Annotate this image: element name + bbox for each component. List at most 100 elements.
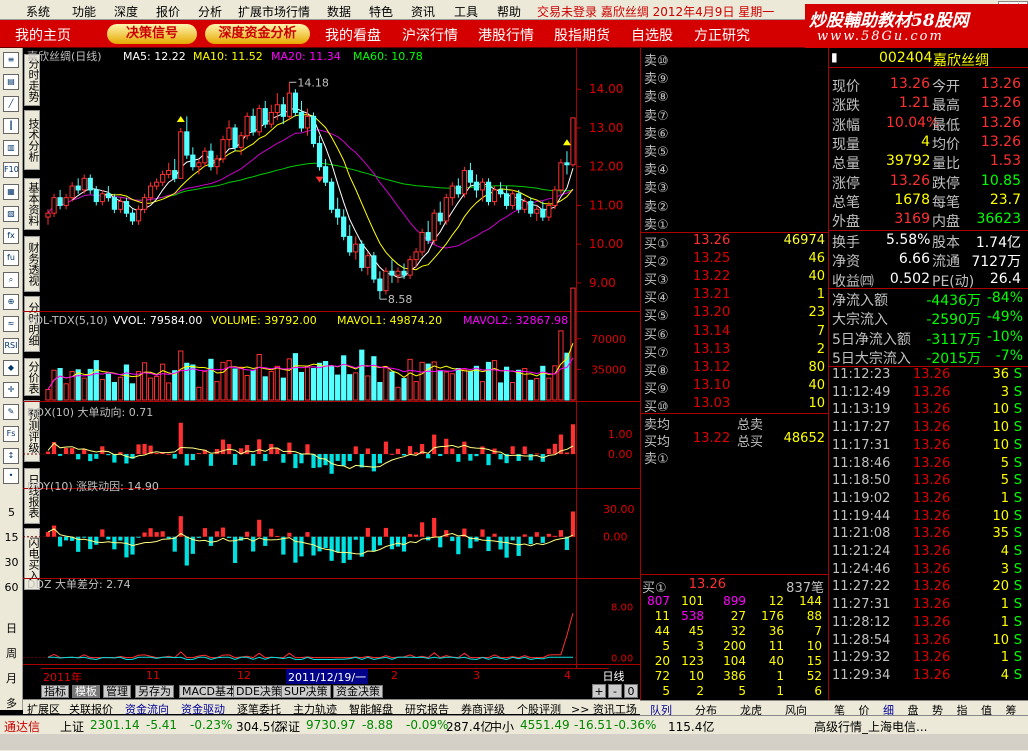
nav-item-3[interactable]: 我的看盘 — [325, 25, 381, 45]
buy-row-1[interactable]: 买② 13.25 46 — [641, 251, 829, 270]
period-3[interactable]: 60 — [0, 581, 23, 594]
nav-item-5[interactable]: 港股行情 — [478, 25, 534, 45]
fx-icon[interactable]: fu — [3, 250, 19, 266]
zoom-button-2[interactable]: 0 — [624, 684, 638, 698]
bar-icon[interactable]: ▥ — [3, 140, 19, 156]
status-item-1: 上证 — [60, 720, 85, 734]
formula-icon[interactable]: fx — [3, 228, 19, 244]
ddx-bar-42 — [299, 454, 304, 464]
search-icon[interactable]: ⌕ — [3, 272, 19, 288]
chart-icon[interactable]: ╱ — [3, 96, 19, 112]
buy-row-6[interactable]: 买⑦ 13.13 2 — [641, 342, 829, 361]
nav-item-4[interactable]: 沪深行情 — [402, 25, 458, 45]
buy-vol: 46974 — [783, 233, 825, 248]
indicator-tab-6[interactable]: SUP决策 — [281, 685, 331, 698]
menu-item-3[interactable]: 报价 — [156, 3, 180, 20]
status-item-0[interactable]: 通达信 — [4, 718, 40, 735]
period-2[interactable]: 30 — [0, 556, 23, 569]
menu-item-2[interactable]: 深度 — [114, 3, 138, 20]
period-label[interactable]: 日线 — [587, 668, 640, 684]
candle-body-74 — [491, 189, 498, 203]
cross-icon[interactable]: ✛ — [3, 382, 19, 398]
fs-icon[interactable]: Fs — [3, 426, 19, 442]
buy-row-5[interactable]: 买⑥ 13.14 7 — [641, 324, 829, 343]
buy-row-4[interactable]: 买⑤ 13.20 23 — [641, 305, 829, 324]
sell-row-6[interactable]: 卖④ — [641, 159, 829, 178]
nav-item-6[interactable]: 股指期货 — [554, 25, 610, 45]
rsi-icon[interactable]: ≈ — [3, 316, 19, 332]
sell-row-2[interactable]: 卖⑧ — [641, 86, 829, 105]
indicator-tab-0[interactable]: 指标 — [41, 685, 69, 698]
sell-row-7[interactable]: 卖③ — [641, 177, 829, 196]
ddx-bar-63 — [426, 454, 431, 459]
menu-item-0[interactable]: 系统 — [26, 3, 50, 20]
volume-bar-28 — [214, 381, 220, 401]
candle-body-36 — [262, 108, 268, 125]
sell-row-0[interactable]: 卖⑩ — [641, 50, 829, 69]
menu-item-10[interactable]: 帮助 — [497, 3, 521, 20]
menu-item-5[interactable]: 扩展市场行情 — [238, 3, 310, 20]
buy-row-3[interactable]: 买④ 13.21 1 — [641, 287, 829, 306]
tick-row-9: 11:21:08 13.26 35 S — [829, 526, 1028, 544]
sell-row-3[interactable]: 卖⑦ — [641, 105, 829, 124]
buy-row-9[interactable]: 买⑩ 13.03 10 — [641, 396, 829, 415]
sell-row-5[interactable]: 卖⑤ — [641, 141, 829, 160]
buy-price: 13.25 — [693, 251, 731, 267]
period-1[interactable]: 15 — [0, 531, 23, 544]
period-7[interactable]: 多 — [0, 695, 23, 711]
tick-row-0: 11:12:23 13.26 36 S — [829, 367, 1028, 385]
buy-row-0[interactable]: 买① 13.26 46974 — [641, 233, 829, 252]
grid-icon[interactable]: ▤ — [3, 74, 19, 90]
line-icon[interactable]: RSI — [3, 338, 19, 354]
indicator-tab-4[interactable]: MACD基本 — [179, 685, 240, 698]
sell-row-1[interactable]: 卖⑨ — [641, 68, 829, 87]
status-bar: 通达信 上证 2301.14 -5.41 -0.23% 304.5亿 深证 9730.97 -8… — [0, 715, 1028, 751]
period-6[interactable]: 月 — [0, 670, 23, 686]
nav-pill-2[interactable]: 深度资金分析 — [205, 24, 310, 44]
zoom-button-1[interactable]: - — [608, 684, 622, 698]
nav-item-8[interactable]: 方正研究 — [694, 25, 750, 45]
tick-price: 13.26 — [913, 384, 951, 400]
indicator-tab-1[interactable]: 模板 — [72, 685, 100, 698]
report-icon[interactable]: ▧ — [3, 206, 19, 222]
menu-item-9[interactable]: 工具 — [454, 3, 478, 20]
menu-item-8[interactable]: 资讯 — [411, 3, 435, 20]
ddy-bar-82 — [540, 536, 545, 543]
promo-text[interactable]: 交易未登录 嘉欣丝绸 2012年4月9日 星期一 — [537, 3, 774, 20]
period-0[interactable]: 5 — [0, 506, 23, 519]
xaxis-label-1: 11 — [146, 669, 160, 682]
zoom-icon[interactable]: ⊕ — [3, 294, 19, 310]
quote-label: 涨幅 — [832, 117, 860, 134]
nav-item-0[interactable]: 我的主页 — [15, 25, 71, 45]
dot-icon[interactable]: • — [3, 468, 19, 484]
nav-item-7[interactable]: 自选股 — [631, 25, 673, 45]
indicator-tab-2[interactable]: 管理 — [103, 685, 131, 698]
buy-row-2[interactable]: 买③ 13.22 40 — [641, 269, 829, 288]
buy-row-7[interactable]: 买⑧ 13.12 80 — [641, 360, 829, 379]
f10-icon[interactable]: F10 — [3, 162, 19, 178]
arrow-icon[interactable]: ↕ — [3, 448, 19, 464]
indicator-tab-7[interactable]: 资金决策 — [333, 685, 383, 698]
pen-icon[interactable]: ✎ — [3, 404, 19, 420]
menu-item-4[interactable]: 分析 — [198, 3, 222, 20]
period-5[interactable]: 周 — [0, 645, 23, 661]
move-icon[interactable]: ◆ — [3, 360, 19, 376]
doc-icon[interactable]: ▦ — [3, 184, 19, 200]
kline-chart-svg[interactable]: 14.00 13.00 12.00 11.00 10.00 9.00 嘉欣丝绸(日线) MA5… — [23, 48, 640, 668]
menu-item-6[interactable]: 数据 — [327, 3, 351, 20]
menu-item-1[interactable]: 功能 — [72, 3, 96, 20]
indicator-tab-5[interactable]: DDE决策 — [233, 685, 285, 698]
candle-icon[interactable]: ┃ — [3, 118, 19, 134]
sell-row-4[interactable]: 卖⑥ — [641, 123, 829, 142]
sell-row-9[interactable]: 卖① — [641, 214, 829, 233]
buy-row-8[interactable]: 买⑨ 13.10 40 — [641, 378, 829, 397]
sell-row-8[interactable]: 卖② — [641, 196, 829, 215]
period-4[interactable]: 日 — [0, 620, 23, 636]
indicator-tab-3[interactable]: 另存为 — [135, 685, 174, 698]
candle-body-85 — [558, 162, 564, 191]
status-item-16[interactable]: 高级行情_上海电信... — [814, 718, 927, 735]
list-icon[interactable]: ≡ — [3, 52, 19, 68]
menu-item-7[interactable]: 特色 — [369, 3, 393, 20]
zoom-button-0[interactable]: + — [592, 684, 606, 698]
nav-pill-1[interactable]: 决策信号 — [107, 24, 197, 44]
